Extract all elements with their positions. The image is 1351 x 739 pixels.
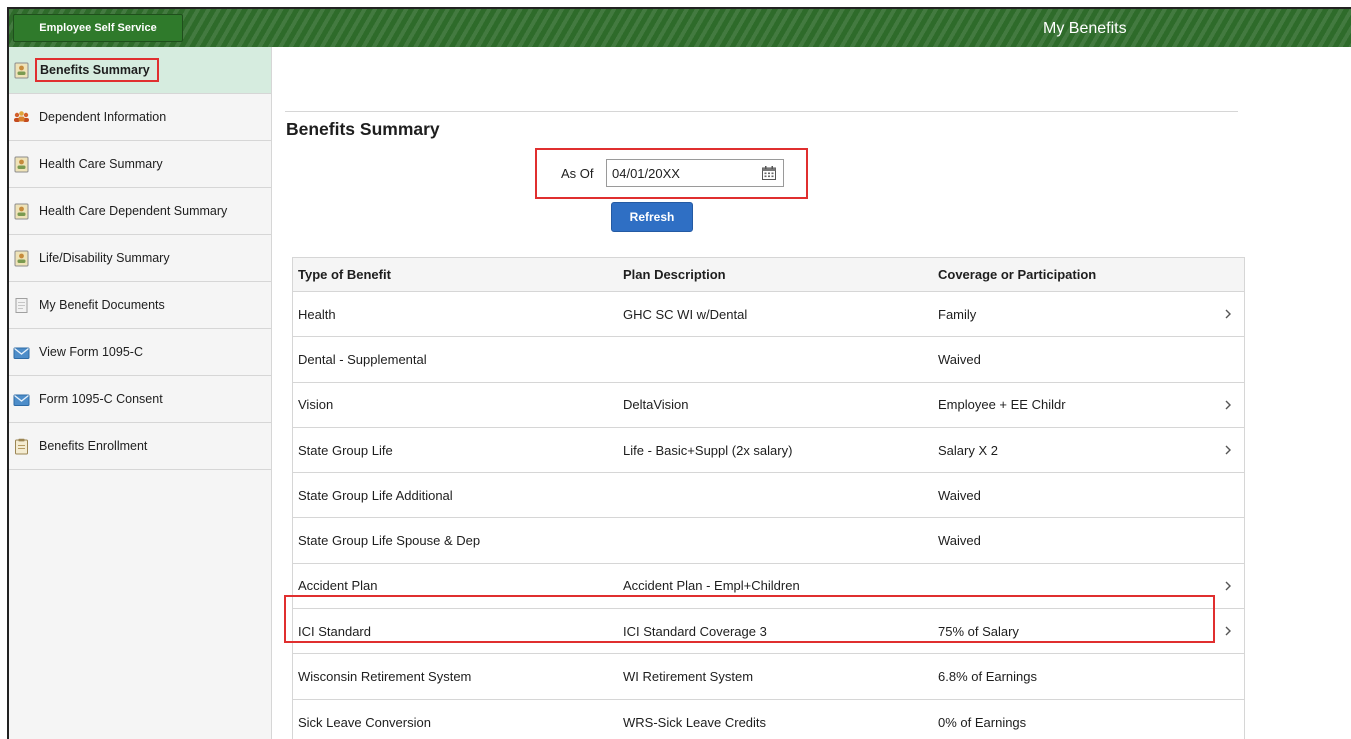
- cell-coverage: Family: [938, 306, 977, 322]
- people-group-icon: [13, 109, 30, 126]
- document-icon: [13, 297, 30, 314]
- cell-type-of-benefit: ICI Standard: [298, 623, 371, 639]
- as-of-date-input[interactable]: [607, 160, 752, 186]
- sidebar-item-life-disability-summary[interactable]: Life/Disability Summary: [9, 235, 271, 282]
- sidebar-item-label: My Benefit Documents: [39, 298, 165, 312]
- cell-coverage: 75% of Salary: [938, 623, 1019, 639]
- cell-type-of-benefit: State Group Life Additional: [298, 487, 453, 503]
- cell-type-of-benefit: State Group Life: [298, 442, 393, 458]
- sidebar-item-dependent-information[interactable]: Dependent Information: [9, 94, 271, 141]
- cell-plan-description: GHC SC WI w/Dental: [623, 306, 748, 322]
- sidebar-item-label: Health Care Dependent Summary: [39, 204, 228, 218]
- sidebar-item-label: Dependent Information: [39, 110, 167, 124]
- chevron-right-icon[interactable]: [1223, 579, 1233, 593]
- chevron-right-icon[interactable]: [1223, 624, 1233, 638]
- table-row: Dental - Supplemental Waived: [293, 337, 1244, 383]
- sidebar-item-label: View Form 1095-C: [39, 345, 143, 359]
- person-doc-icon: [13, 250, 30, 267]
- cell-coverage: 0% of Earnings: [938, 714, 1027, 730]
- cell-type-of-benefit: Sick Leave Conversion: [298, 714, 431, 730]
- cell-plan-description: Life - Basic+Suppl (2x salary): [623, 442, 793, 458]
- section-title: Benefits Summary: [286, 119, 440, 139]
- table-header: Type of Benefit Plan Description Coverag…: [293, 258, 1244, 292]
- divider: [285, 111, 1238, 112]
- sidebar-item-health-care-summary[interactable]: Health Care Summary: [9, 141, 271, 188]
- sidebar-item-benefits-summary[interactable]: Benefits Summary: [9, 47, 271, 94]
- sidebar-item-label: Benefits Summary: [35, 58, 159, 82]
- benefits-table: Type of Benefit Plan Description Coverag…: [292, 257, 1245, 739]
- chevron-right-icon[interactable]: [1223, 443, 1233, 457]
- cell-plan-description: WRS-Sick Leave Credits: [623, 714, 767, 730]
- page-frame: Employee Self Service My Benefits Benefi…: [7, 7, 1351, 739]
- sidebar-item-benefits-enrollment[interactable]: Benefits Enrollment: [9, 423, 271, 470]
- person-doc-icon: [13, 203, 30, 220]
- table-row: Sick Leave Conversion WRS-Sick Leave Cred…: [293, 700, 1244, 739]
- cell-coverage: Waived: [938, 533, 981, 549]
- chevron-right-icon[interactable]: [1223, 398, 1233, 412]
- table-row: State Group Life Additional Waived: [293, 473, 1244, 519]
- sidebar-item-label: Health Care Summary: [39, 157, 163, 171]
- person-doc-icon: [13, 156, 30, 173]
- cell-type-of-benefit: Wisconsin Retirement System: [298, 669, 472, 685]
- sidebar-item-view-form-1095-c[interactable]: View Form 1095-C: [9, 329, 271, 376]
- sidebar-item-my-benefit-documents[interactable]: My Benefit Documents: [9, 282, 271, 329]
- cell-plan-description: DeltaVision: [623, 397, 689, 413]
- sidebar-item-health-care-dependent-summary[interactable]: Health Care Dependent Summary: [9, 188, 271, 235]
- main-content: Benefits Summary As Of Refresh: [272, 47, 1351, 739]
- cell-coverage: Waived: [938, 487, 981, 503]
- cell-coverage: Waived: [938, 351, 981, 367]
- as-of-highlight-box: As Of: [535, 148, 808, 199]
- envelope-form-icon: [13, 344, 30, 361]
- as-of-label: As Of: [561, 166, 594, 181]
- cell-plan-description: Accident Plan - Empl+Children: [623, 578, 800, 594]
- cell-coverage: Salary X 2: [938, 442, 998, 458]
- table-row: Wisconsin Retirement System WI Retirement…: [293, 654, 1244, 700]
- sidebar-item-form-1095-c-consent[interactable]: Form 1095-C Consent: [9, 376, 271, 423]
- column-header-plan: Plan Description: [623, 267, 726, 282]
- cell-type-of-benefit: Health: [298, 306, 336, 322]
- table-row[interactable]: Health GHC SC WI w/Dental Family: [293, 292, 1244, 338]
- envelope-form-icon: [13, 391, 30, 408]
- clipboard-icon: [13, 438, 30, 455]
- table-row[interactable]: State Group Life Life - Basic+Suppl (2x s…: [293, 428, 1244, 474]
- person-doc-icon: [13, 62, 30, 79]
- cell-plan-description: WI Retirement System: [623, 669, 754, 685]
- table-row: State Group Life Spouse & Dep Waived: [293, 518, 1244, 564]
- cell-coverage: Employee + EE Childr: [938, 397, 1066, 413]
- header-bar: Employee Self Service My Benefits: [9, 9, 1351, 47]
- table-row[interactable]: Vision DeltaVision Employee + EE Childr: [293, 383, 1244, 428]
- cell-type-of-benefit: Accident Plan: [298, 578, 378, 594]
- as-of-date-field: [606, 159, 784, 187]
- cell-coverage: 6.8% of Earnings: [938, 669, 1038, 685]
- sidebar-nav: Benefits Summary Dependent Information Hea…: [9, 47, 272, 739]
- column-header-coverage: Coverage or Participation: [938, 267, 1097, 282]
- sidebar-item-label: Benefits Enrollment: [39, 439, 148, 453]
- calendar-icon[interactable]: [761, 165, 777, 181]
- refresh-button[interactable]: Refresh: [611, 202, 693, 232]
- table-row[interactable]: ICI Standard ICI Standard Coverage 3 75% o…: [293, 609, 1244, 655]
- page-title: My Benefits: [1043, 20, 1127, 37]
- employee-self-service-button[interactable]: Employee Self Service: [13, 14, 183, 42]
- cell-type-of-benefit: Vision: [298, 397, 334, 413]
- chevron-right-icon[interactable]: [1223, 307, 1233, 321]
- table-row[interactable]: Accident Plan Accident Plan - Empl+Childr…: [293, 564, 1244, 610]
- sidebar-item-label: Life/Disability Summary: [39, 251, 170, 265]
- cell-type-of-benefit: State Group Life Spouse & Dep: [298, 533, 481, 549]
- column-header-type: Type of Benefit: [298, 267, 391, 282]
- sidebar-item-label: Form 1095-C Consent: [39, 392, 163, 406]
- cell-plan-description: ICI Standard Coverage 3: [623, 623, 767, 639]
- cell-type-of-benefit: Dental - Supplemental: [298, 351, 427, 367]
